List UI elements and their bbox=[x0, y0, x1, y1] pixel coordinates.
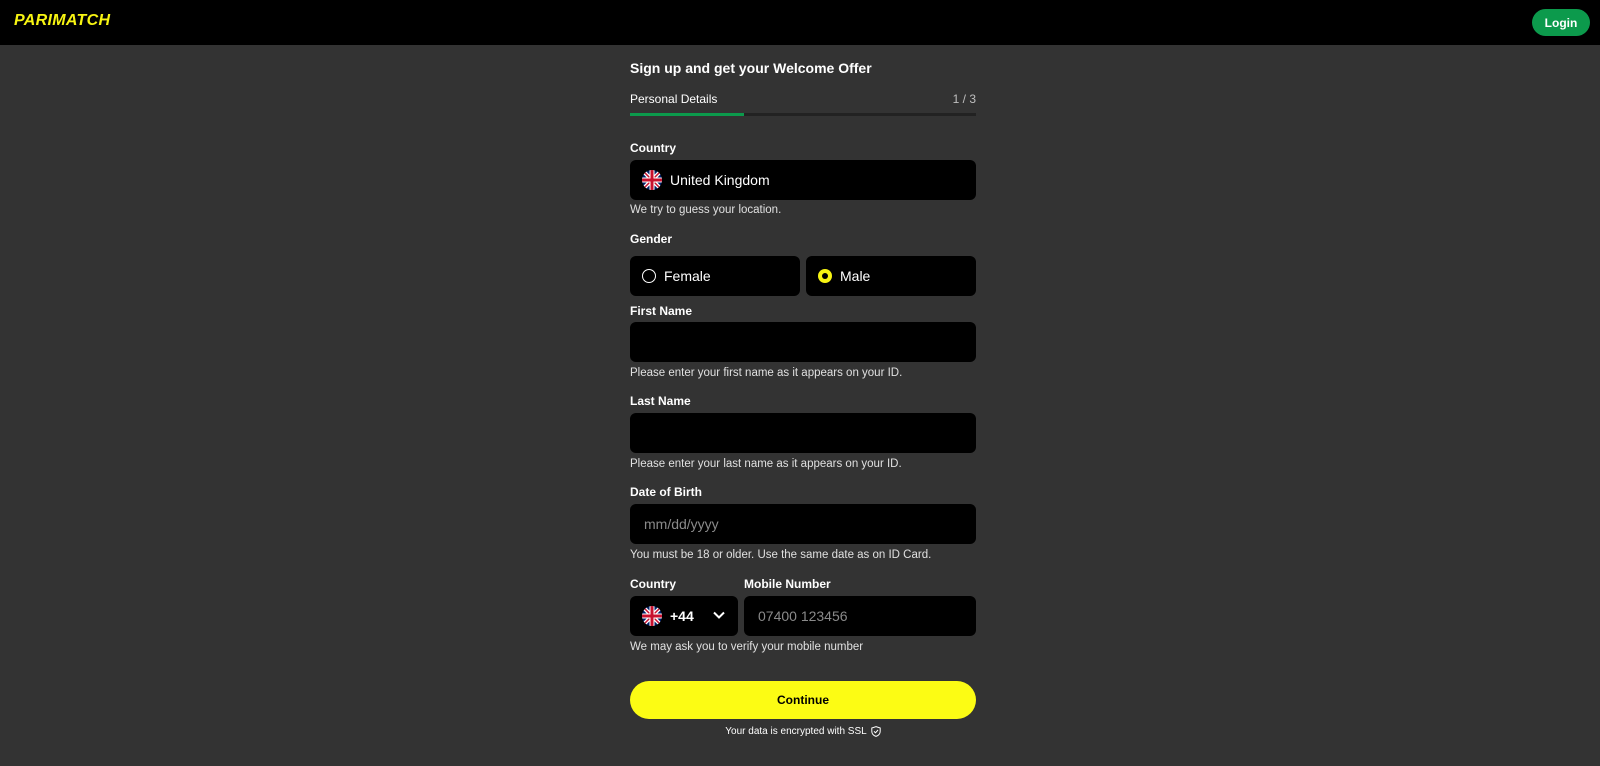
uk-flag-icon bbox=[642, 606, 662, 626]
phone-country-code: +44 bbox=[670, 608, 694, 624]
last-name-label: Last Name bbox=[630, 394, 691, 408]
parimatch-logo[interactable]: PARIMATCH bbox=[14, 12, 110, 30]
step-progress-bar bbox=[630, 113, 976, 116]
continue-button[interactable]: Continue bbox=[630, 681, 976, 719]
gender-option-label: Male bbox=[840, 268, 871, 284]
radio-unchecked-icon bbox=[642, 269, 656, 283]
form-title: Sign up and get your Welcome Offer bbox=[630, 60, 872, 76]
shield-check-icon bbox=[870, 726, 881, 737]
last-name-hint: Please enter your last name as it appear… bbox=[630, 458, 902, 470]
country-hint: We try to guess your location. bbox=[630, 204, 782, 216]
dob-input[interactable] bbox=[630, 504, 976, 544]
dob-hint: You must be 18 or older. Use the same da… bbox=[630, 549, 932, 561]
mobile-number-input[interactable] bbox=[744, 596, 976, 636]
ssl-notice: Your data is encrypted with SSL bbox=[630, 726, 976, 737]
phone-country-select[interactable]: +44 bbox=[630, 596, 738, 636]
first-name-hint: Please enter your first name as it appea… bbox=[630, 367, 903, 379]
country-label: Country bbox=[630, 141, 676, 155]
ssl-text: Your data is encrypted with SSL bbox=[725, 726, 867, 737]
gender-option-label: Female bbox=[664, 268, 711, 284]
radio-checked-icon bbox=[818, 269, 832, 283]
step-progress-fill bbox=[630, 113, 745, 116]
phone-country-label: Country bbox=[630, 577, 676, 591]
first-name-label: First Name bbox=[630, 304, 693, 318]
gender-option-female[interactable]: Female bbox=[630, 256, 800, 296]
country-select[interactable]: United Kingdom bbox=[630, 160, 976, 200]
gender-label: Gender bbox=[630, 232, 673, 246]
login-button[interactable]: Login bbox=[1532, 9, 1590, 36]
dob-label: Date of Birth bbox=[630, 485, 702, 499]
gender-option-male[interactable]: Male bbox=[806, 256, 976, 296]
phone-hint: We may ask you to verify your mobile num… bbox=[630, 641, 864, 653]
step-label: Personal Details bbox=[630, 92, 718, 106]
mobile-number-label: Mobile Number bbox=[744, 577, 831, 591]
uk-flag-icon bbox=[642, 170, 662, 190]
first-name-input[interactable] bbox=[630, 322, 976, 362]
last-name-input[interactable] bbox=[630, 413, 976, 453]
chevron-down-icon bbox=[713, 611, 725, 619]
country-value: United Kingdom bbox=[670, 172, 770, 188]
step-count: 1 / 3 bbox=[952, 92, 976, 106]
top-header: PARIMATCH Login bbox=[0, 0, 1600, 45]
